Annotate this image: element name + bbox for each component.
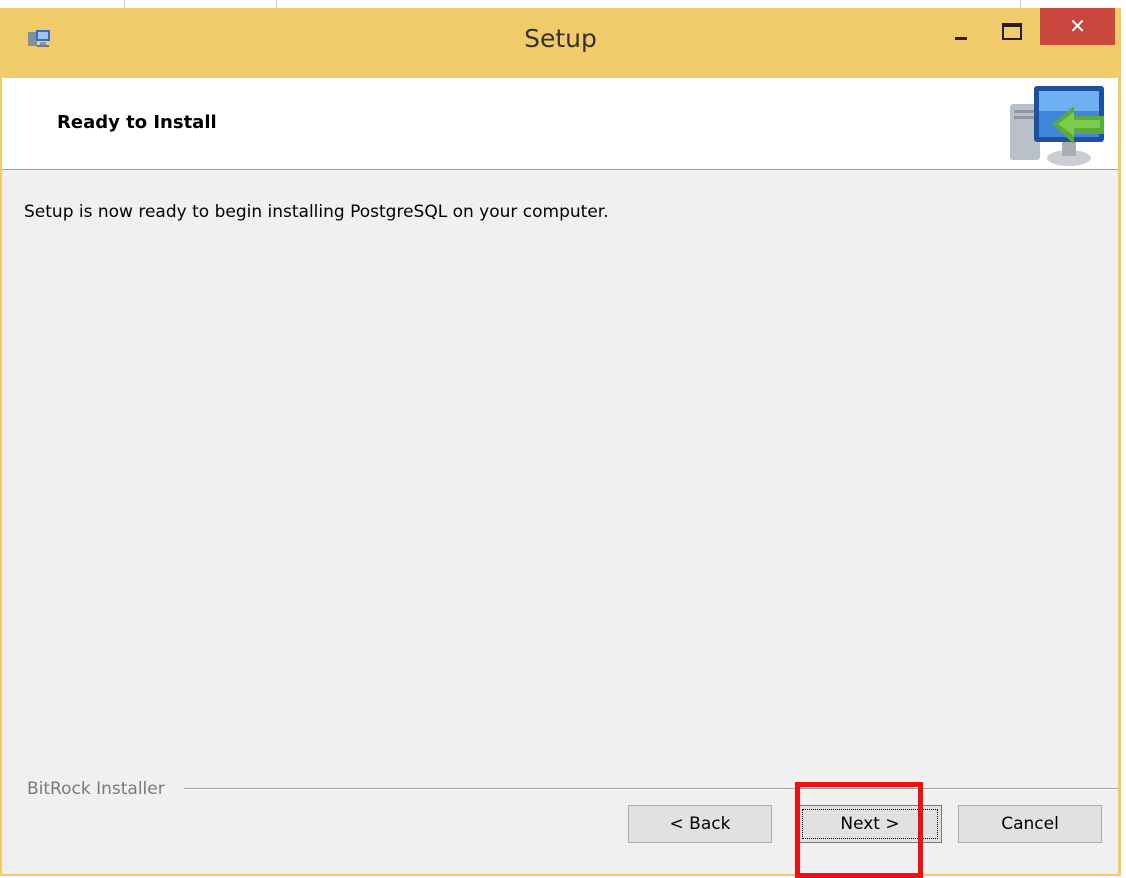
back-button[interactable]: < Back — [628, 805, 772, 843]
cancel-button[interactable]: Cancel — [958, 805, 1102, 843]
page-title: Ready to Install — [57, 112, 217, 133]
title-bar[interactable]: Setup ✕ — [0, 8, 1121, 79]
focus-rectangle — [802, 809, 938, 839]
close-button[interactable]: ✕ — [1040, 8, 1115, 45]
page-header: Ready to Install — [2, 78, 1118, 170]
minimize-icon — [955, 37, 967, 40]
installer-brand-label: BitRock Installer — [27, 779, 171, 799]
maximize-button[interactable] — [988, 8, 1036, 44]
maximize-icon — [1002, 23, 1022, 40]
close-icon: ✕ — [1069, 14, 1086, 38]
computer-install-arrow-icon — [1010, 86, 1104, 166]
install-message: Setup is now ready to begin installing P… — [24, 202, 609, 222]
footer-divider — [184, 788, 1118, 790]
setup-dialog: Setup ✕ Ready to Install Setup is now re… — [0, 8, 1121, 876]
minimize-button[interactable] — [940, 8, 988, 44]
dialog-client-area: Ready to Install Setup is now ready to b… — [2, 78, 1118, 874]
next-button[interactable]: Next > — [798, 805, 942, 843]
